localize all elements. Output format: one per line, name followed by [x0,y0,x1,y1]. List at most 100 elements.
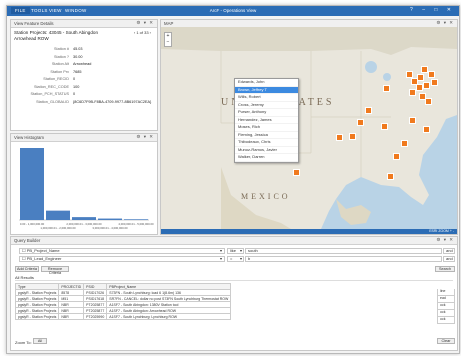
field-label: Station_PCH_STATUS [30,92,69,96]
field-value: 30.00 [73,54,83,59]
engineer-dropdown-list[interactable]: Edwards, John Brown, Jeffrey T Wills, Robe… [234,78,299,163]
dropdown-option[interactable]: Fleming, Jessica [235,132,298,139]
table-cell: PT2025990 [83,313,108,320]
map-marker[interactable] [428,71,435,78]
map-canvas[interactable]: UNITED STATES MEXICO +− [161,27,457,229]
query-value-input[interactable]: b [245,256,442,262]
map-panel: MAP ⚙ ▾ ✕ UNITED STATES MEXICO +− [160,19,458,235]
field-label: Station_RECID [43,77,69,81]
map-marker[interactable] [336,134,343,141]
map-marker[interactable] [409,89,416,96]
chevron-down-icon: ▾ [239,256,242,261]
map-footer[interactable]: ESRI ZOOM + - [161,229,457,234]
map-label-mexico: MEXICO [241,192,291,201]
histogram-chart: 0.00 - 1,000,000.001,000,000.01 - 2,000,… [19,148,154,230]
table-cell: line [437,289,455,296]
panel-title: MAP [164,21,174,26]
panel-title: View Histogram [14,135,45,140]
map-marker[interactable] [393,153,400,160]
dropdown-option[interactable]: Edwards, John [235,79,298,87]
map-marker[interactable] [383,85,390,92]
map-marker[interactable] [387,173,394,180]
divider [15,280,453,281]
histogram-bar[interactable] [124,219,148,220]
table-cell: pgslyR - Station Projects [14,313,60,320]
add-criteria-button[interactable]: Add Criteria [15,266,39,272]
field-value: 0 [73,92,76,96]
histogram-panel: View Histogram ⚙ ▾ ✕ 0.00 - 1,000,000.00 1… [10,133,158,235]
chevron-down-icon: ▾ [219,256,222,261]
panel-controls[interactable]: ⚙ ▾ ✕ [436,20,454,26]
map-marker[interactable] [431,79,438,86]
map-marker[interactable] [365,107,372,114]
search-button[interactable]: Search [435,266,455,272]
tick-label: 3,000,000.01 - 4,000,000.00 [92,226,128,230]
feature-heading: Station Projects: 43045 - South Abingdon… [14,30,99,41]
map-marker[interactable] [349,133,356,140]
panel-controls[interactable]: ⚙ ▾ ✕ [136,134,154,140]
map-marker[interactable] [409,117,416,124]
query-conjunction-select[interactable]: and [443,248,455,254]
map-marker[interactable] [293,169,300,176]
dropdown-option[interactable]: Purser, Anthony [235,109,298,117]
map-marker[interactable] [417,74,424,81]
field-label: Station_REC_CODE [33,84,69,89]
map-marker[interactable] [425,98,432,105]
land-shapes [161,27,457,229]
map-marker[interactable] [357,119,364,126]
clear-button[interactable]: Clear [437,338,455,344]
field-value: {8C6D7F9B-F8BA-4709-9977-8B6197AC2EA} [73,99,152,104]
dropdown-option[interactable]: Munoz-Ramos, Javier [235,147,298,154]
map-marker[interactable] [416,84,423,91]
window-controls[interactable]: ? – □ ✕ [410,7,455,13]
table-cell: ead [437,296,455,303]
window-title: ArcF - Operations View [209,8,257,13]
histogram-bar[interactable] [72,217,96,220]
dropdown-option[interactable]: Thibodeaux, Chris [235,139,298,147]
field-label: Station ? [54,54,69,59]
query-operator-select[interactable]: like ▾ [227,248,244,254]
query-conjunction-select[interactable]: and [443,256,455,262]
histogram-bar[interactable] [20,148,44,220]
table-cell: ock [437,303,455,310]
panel-title: Query Builder [14,238,41,243]
panel-controls[interactable]: ⚙ ▾ ✕ [436,237,454,243]
dropdown-option[interactable]: Brown, Jeffrey T [235,86,298,94]
app-window: FILE TOOLS VIEW WINDOW ArcF - Operations… [6,5,460,354]
map-zoom-buttons[interactable]: + − [164,32,172,47]
remove-criteria-button[interactable]: Remove Criteria [41,266,69,275]
dropdown-option[interactable]: Moses, Rich [235,124,298,132]
dropdown-option[interactable]: Hernandez, James [235,117,298,124]
query-field-select[interactable]: ☐ PB_Lead_Engineer ▾ [19,256,225,262]
zoom-all-button[interactable]: All [33,338,47,344]
results-table: Type PROJECTID PSID PBProject_Name pgsly… [14,283,232,320]
dropdown-option[interactable]: Walker, Darren [235,154,298,162]
field-label: Station # [54,47,69,51]
histogram-bar[interactable] [98,218,122,220]
histogram-bar[interactable] [46,210,70,220]
pager[interactable]: ‹ 1 of 33 › [134,30,151,35]
map-marker[interactable] [421,66,428,73]
panel-title: View Feature Details [14,21,54,26]
title-bar: FILE TOOLS VIEW WINDOW ArcF - Operations… [7,6,459,16]
table-row[interactable]: pgslyR - Station Projects NBR PT2025990 A1S… [14,313,232,320]
query-operator-select[interactable]: = ▾ [227,256,244,262]
query-value-input[interactable]: south [245,248,442,254]
table-cell: A1SF7 - South Lynchburg: Lynchburg ROW [106,313,232,320]
panel-controls[interactable]: ⚙ ▾ ✕ [136,20,154,26]
chevron-down-icon: ▾ [219,248,222,253]
dropdown-option[interactable]: Wills, Robert [235,94,298,102]
field-label: Station_GLOBALID [36,99,69,104]
map-marker[interactable] [401,140,408,147]
feature-details-panel: View Feature Details ⚙ ▾ ✕ Station Projec… [10,19,158,131]
map-marker[interactable] [423,126,430,133]
query-builder-panel: Query Builder ⚙ ▾ ✕ ☐ PB_Project_Name ▾ li… [10,236,458,351]
query-field-select[interactable]: ☐ PB_Project_Name ▾ [19,248,225,254]
map-marker[interactable] [423,82,430,89]
chevron-down-icon: ▾ [239,248,242,253]
table-cell: ock [437,310,455,317]
map-marker[interactable] [406,71,413,78]
dropdown-option[interactable]: Cross, Jeremy [235,102,298,109]
map-marker[interactable] [381,123,388,130]
field-value: 0 [73,77,76,81]
